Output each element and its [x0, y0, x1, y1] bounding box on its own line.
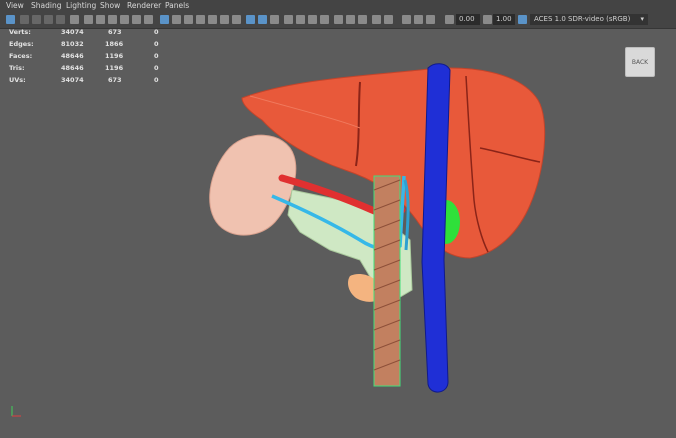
default-material-icon[interactable]: [184, 15, 193, 24]
viewport-3d-scene[interactable]: [0, 28, 676, 438]
xray-joints-icon[interactable]: [270, 15, 279, 24]
wireframe-on-shaded-icon[interactable]: [196, 15, 205, 24]
screen-space-ao-icon[interactable]: [284, 15, 293, 24]
hud-icon[interactable]: [384, 15, 393, 24]
film-resolution-icon[interactable]: [402, 15, 411, 24]
field-chart-icon[interactable]: [132, 15, 141, 24]
stomach-mesh: [209, 134, 297, 236]
resolution-gate-icon[interactable]: [108, 15, 117, 24]
menu-lighting[interactable]: Lighting: [66, 0, 96, 12]
panel-layout-icon[interactable]: [426, 15, 435, 24]
image-plane-icon[interactable]: [44, 15, 53, 24]
multisample-aa-icon[interactable]: [308, 15, 317, 24]
gamma-icon[interactable]: [358, 15, 367, 24]
menu-shading[interactable]: Shading: [31, 0, 61, 12]
menu-view[interactable]: View: [6, 0, 24, 12]
menu-bar: View Shading Lighting Show Renderer Pane…: [0, 0, 676, 12]
gamma-field[interactable]: 1.00: [493, 14, 515, 25]
motion-blur-icon[interactable]: [296, 15, 305, 24]
textured-icon[interactable]: [208, 15, 217, 24]
select-camera-icon[interactable]: [6, 15, 15, 24]
shadows-icon[interactable]: [232, 15, 241, 24]
view-transform-value: ACES 1.0 SDR-video (sRGB): [534, 15, 631, 23]
grease-pencil-icon[interactable]: [70, 15, 79, 24]
menu-show[interactable]: Show: [100, 0, 120, 12]
xray-icon[interactable]: [246, 15, 255, 24]
safe-action-icon[interactable]: [144, 15, 153, 24]
menu-renderer[interactable]: Renderer: [127, 0, 161, 12]
axis-gizmo: [9, 404, 23, 420]
exposure-field[interactable]: 0.00: [456, 14, 480, 25]
depth-of-field-icon[interactable]: [320, 15, 329, 24]
use-all-lights-icon[interactable]: [220, 15, 229, 24]
safe-title-icon[interactable]: [414, 15, 423, 24]
view-transform-icon[interactable]: [372, 15, 381, 24]
grid-icon[interactable]: [84, 15, 93, 24]
viewport-toolbar: 0.00 1.00 ACES 1.0 SDR-video (sRGB) ▾: [0, 12, 676, 29]
xray-active-icon[interactable]: [258, 15, 267, 24]
gamma-settings-icon[interactable]: [483, 15, 492, 24]
view-transform-dropdown[interactable]: ACES 1.0 SDR-video (sRGB) ▾: [530, 14, 648, 25]
gate-mask-icon[interactable]: [120, 15, 129, 24]
camera-attributes-icon[interactable]: [20, 15, 29, 24]
wireframe-icon[interactable]: [160, 15, 169, 24]
twod-pan-icon[interactable]: [56, 15, 65, 24]
menu-panels[interactable]: Panels: [165, 0, 189, 12]
chevron-down-icon: ▾: [640, 15, 644, 23]
bookmark-icon[interactable]: [32, 15, 41, 24]
color-management-icon[interactable]: [518, 15, 527, 24]
film-gate-icon[interactable]: [96, 15, 105, 24]
exposure-icon[interactable]: [346, 15, 355, 24]
isolate-select-icon[interactable]: [334, 15, 343, 24]
exposure-settings-icon[interactable]: [445, 15, 454, 24]
smooth-shade-icon[interactable]: [172, 15, 181, 24]
